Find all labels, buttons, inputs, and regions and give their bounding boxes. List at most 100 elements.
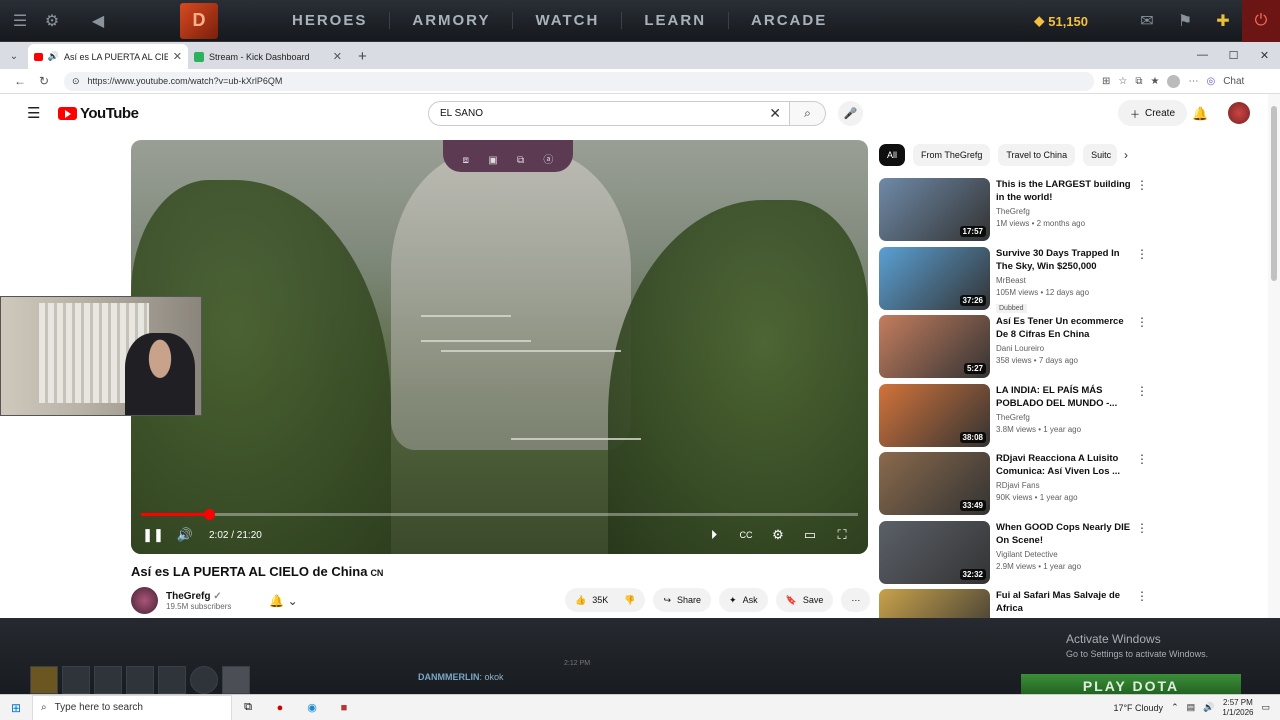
nav-learn[interactable]: LEARN [621, 12, 728, 29]
create-button[interactable]: ＋ Create [1118, 100, 1188, 126]
more-options-icon[interactable]: ⋮ [1136, 452, 1148, 466]
video-thumbnail[interactable]: 17:57 [879, 178, 990, 241]
subscribed-bell-icon[interactable]: 🔔 ⌄ [269, 594, 297, 608]
recommendation-title[interactable]: RDjavi Reacciona A Luisito Comunica: Así… [996, 452, 1136, 478]
recommendation-title[interactable]: LA INDIA: EL PAÍS MÁS POBLADO DEL MUNDO … [996, 384, 1136, 410]
tab-list-chevron-icon[interactable]: ⌄ [0, 44, 28, 69]
recommendation-item[interactable]: 38:08 LA INDIA: EL PAÍS MÁS POBLADO DEL M… [879, 383, 1149, 447]
video-player[interactable]: ⧈ ▣ ⧉ ⓐ ❚❚ 🔊 2:02 / 21:20 ⏵ CC ⚙ ▭ ⛶ [131, 140, 868, 554]
copy-icon[interactable]: ⧉ [517, 155, 524, 166]
scrollbar-thumb[interactable] [1271, 106, 1277, 281]
chip-from-channel[interactable]: From TheGrefg [913, 144, 991, 166]
favorites-icon[interactable]: ★ [1151, 76, 1160, 87]
chat-label[interactable]: Chat [1223, 76, 1244, 87]
close-window-icon[interactable]: ✕ [1249, 42, 1280, 68]
video-thumbnail[interactable]: 5:27 [879, 315, 990, 378]
hamburger-menu-icon[interactable]: ☰ [27, 104, 41, 122]
nav-armory[interactable]: ARMORY [389, 12, 512, 29]
more-options-icon[interactable]: ⋮ [1136, 247, 1148, 261]
weather-widget[interactable]: 17°F Cloudy [1113, 703, 1163, 713]
screenshot-icon[interactable]: ▣ [488, 155, 497, 166]
recommendation-channel[interactable]: TheGrefg [996, 207, 1136, 216]
task-view-icon[interactable]: ⧉ [232, 701, 264, 714]
video-thumbnail[interactable]: 32:32 [879, 520, 990, 584]
channel-name[interactable]: TheGrefg ✓ [166, 591, 231, 602]
chevron-right-icon[interactable]: › [1124, 148, 1128, 162]
settings-icon[interactable]: ⚙ [762, 527, 794, 543]
close-tab-icon[interactable]: ✕ [173, 50, 182, 63]
app-icon[interactable]: ● [264, 702, 296, 714]
search-button[interactable]: ⌕ [790, 101, 826, 126]
dota-menu-icon[interactable]: ☰ [8, 9, 32, 33]
edge-icon[interactable]: ◉ [296, 701, 328, 714]
tab-kick[interactable]: Stream - Kick Dashboard ✕ [188, 44, 348, 69]
recommendation-channel[interactable]: TheGrefg [996, 413, 1136, 422]
refresh-icon[interactable]: ↻ [32, 74, 56, 88]
tray-chevron-icon[interactable]: ⌃ [1171, 702, 1179, 713]
plus-icon[interactable]: ✚ [1204, 0, 1242, 42]
more-options-icon[interactable]: ⋮ [1136, 178, 1148, 192]
recommendation-item[interactable]: 5:27 Así Es Tener Un ecommerce De 8 Cifra… [879, 315, 1149, 378]
chip-travel[interactable]: Travel to China [998, 144, 1076, 166]
video-thumbnail[interactable] [879, 589, 990, 618]
maximize-icon[interactable]: ☐ [1218, 42, 1249, 68]
network-icon[interactable]: ▤ [1187, 702, 1196, 713]
clock[interactable]: 2:57 PM 1/1/2026 [1222, 698, 1253, 718]
recommendation-channel[interactable]: Dani Loureiro [996, 344, 1136, 353]
taskbar-search-input[interactable]: ⌕ Type here to search [32, 694, 232, 720]
party-slot[interactable] [190, 666, 218, 694]
minimize-icon[interactable]: — [1187, 42, 1218, 68]
url-field[interactable]: ⊙ https://www.youtube.com/watch?v=ub-kXr… [64, 71, 1094, 91]
theater-mode-icon[interactable]: ▭ [794, 527, 826, 543]
read-aloud-icon[interactable]: ⊞ [1102, 76, 1110, 87]
play-dota-button[interactable]: PLAY DOTA [1021, 674, 1241, 696]
autoplay-toggle-icon[interactable]: ⏵ [698, 527, 730, 543]
chip-all[interactable]: All [879, 144, 906, 166]
recommendation-title[interactable]: This is the LARGEST building in the worl… [996, 178, 1136, 204]
party-slot[interactable] [126, 666, 154, 694]
dota-taskbar-icon[interactable]: ■ [328, 702, 360, 714]
new-tab-button[interactable]: + [348, 44, 377, 69]
recommendation-item[interactable]: 33:49 RDjavi Reacciona A Luisito Comunica… [879, 452, 1149, 515]
more-options-icon[interactable]: ⋮ [1136, 384, 1148, 398]
more-options-icon[interactable]: ⋮ [1136, 315, 1148, 329]
share-button[interactable]: ↪ Share [653, 588, 712, 612]
recommendation-channel[interactable]: MrBeast [996, 276, 1136, 285]
gold-counter[interactable]: ◆ 51,150 [1034, 13, 1088, 29]
party-slot[interactable] [158, 666, 186, 694]
like-button[interactable]: 👍 35K 👎 [565, 588, 646, 612]
party-slot[interactable] [62, 666, 90, 694]
channel-avatar[interactable] [131, 587, 158, 614]
windows-start-icon[interactable]: ⊞ [0, 701, 32, 715]
recommendation-item[interactable]: 32:32 When GOOD Cops Nearly DIE On Scene!… [879, 520, 1149, 584]
recommendation-channel[interactable]: Vigilant Detective [996, 550, 1136, 559]
profile-avatar[interactable] [1167, 74, 1181, 88]
video-thumbnail[interactable]: 38:08 [879, 383, 990, 447]
recommendation-title[interactable]: Así Es Tener Un ecommerce De 8 Cifras En… [996, 315, 1136, 341]
more-actions-button[interactable]: ⋯ [841, 588, 871, 612]
nav-heroes[interactable]: HEROES [270, 12, 389, 29]
crop-icon[interactable]: ⧈ [463, 155, 469, 166]
volume-icon[interactable]: 🔊 [169, 527, 201, 543]
translate-icon[interactable]: ⓐ [543, 151, 553, 166]
nav-watch[interactable]: WATCH [512, 12, 621, 29]
party-slot[interactable] [30, 666, 58, 694]
microphone-icon[interactable]: 🎤 [838, 101, 863, 126]
party-slot[interactable] [222, 666, 250, 694]
mail-icon[interactable]: ✉ [1128, 0, 1166, 42]
settings-gear-icon[interactable]: ⚙ [40, 9, 64, 33]
search-input[interactable]: EL SANO ✕ [428, 101, 790, 126]
close-tab-icon[interactable]: ✕ [333, 50, 342, 63]
recommendation-item[interactable]: Fui al Safari Mas Salvaje de Africa ⋮ [879, 589, 1149, 618]
notifications-bell-icon[interactable]: 🔔 [1192, 106, 1208, 122]
chip-suitcase[interactable]: Suitc [1083, 144, 1118, 166]
favorite-star-icon[interactable]: ☆ [1118, 76, 1127, 87]
more-options-icon[interactable]: ⋮ [1136, 521, 1148, 535]
recommendation-item[interactable]: 17:57 This is the LARGEST building in the… [879, 178, 1149, 241]
volume-icon[interactable]: 🔊 [1203, 702, 1214, 713]
captions-icon[interactable]: CC [730, 527, 762, 543]
clear-search-icon[interactable]: ✕ [769, 105, 781, 122]
extensions-icon[interactable]: ⧉ [1135, 76, 1142, 87]
copilot-icon[interactable]: ◎ [1206, 76, 1215, 87]
recommendation-title[interactable]: When GOOD Cops Nearly DIE On Scene! [996, 521, 1136, 547]
